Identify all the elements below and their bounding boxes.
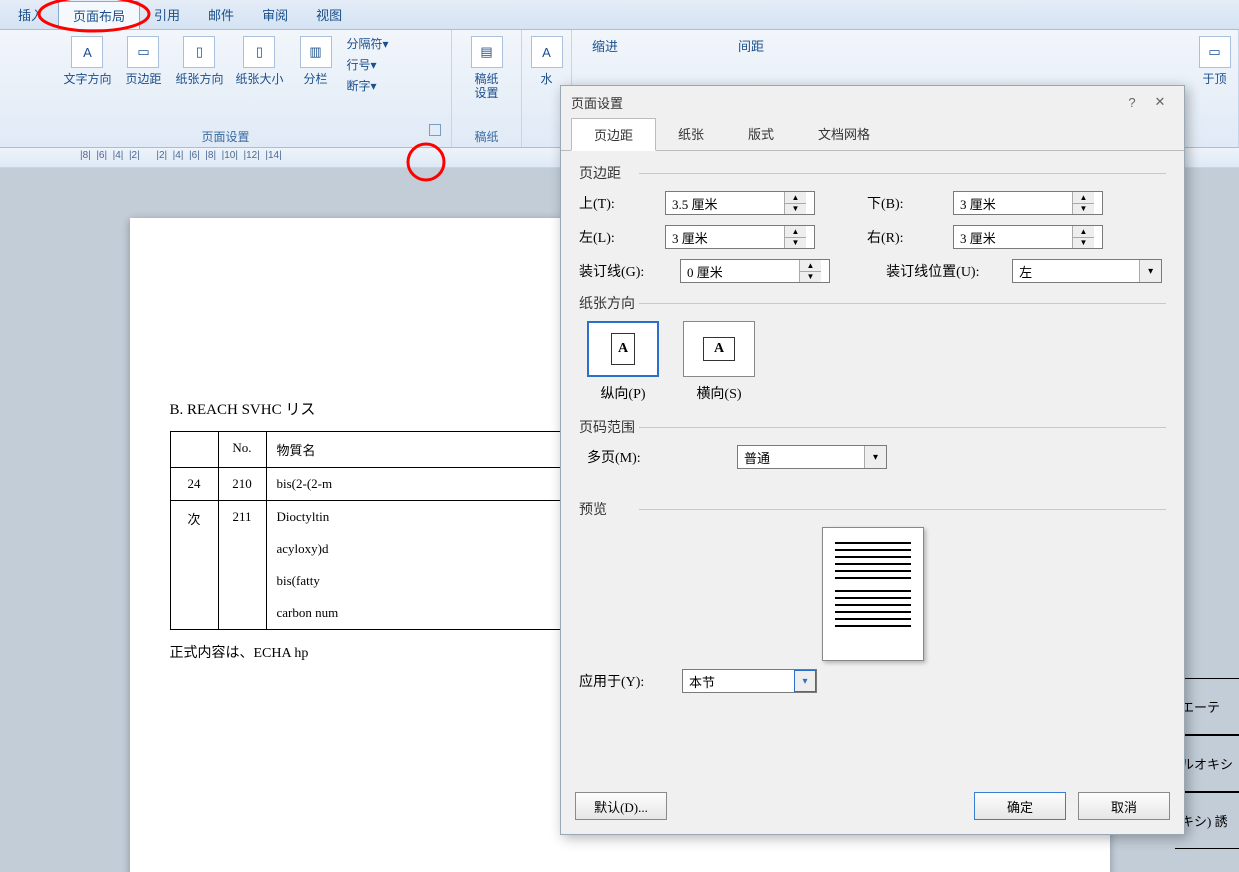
spin-up-icon[interactable]: ▲ [1073, 226, 1094, 238]
section-margins-label: 页边距 [579, 163, 1166, 183]
page-setup-dialog-launcher[interactable] [429, 124, 441, 136]
select-applyto[interactable]: 本节▾ [682, 669, 817, 693]
lbl-gutter: 装订线(G): [579, 261, 674, 281]
input-right[interactable]: ▲▼ [953, 225, 1103, 249]
orient-portrait[interactable]: A 纵向(P) [587, 321, 659, 403]
landscape-icon: A [703, 337, 735, 361]
orient-landscape[interactable]: A 横向(S) [683, 321, 755, 403]
default-button[interactable]: 默认(D)... [575, 792, 667, 820]
orientation-icon: ▯ [183, 36, 215, 68]
spin-down-icon[interactable]: ▼ [800, 272, 821, 283]
th-no: No. [218, 432, 266, 468]
margins-icon: ▭ [127, 36, 159, 68]
input-bottom[interactable]: ▲▼ [953, 191, 1103, 215]
tab-margins[interactable]: 页边距 [571, 118, 656, 151]
lbl-gutter-pos: 装订线位置(U): [886, 261, 1006, 281]
input-left[interactable]: ▲▼ [665, 225, 815, 249]
help-icon[interactable]: ? [1118, 91, 1146, 113]
preview-thumbnail [822, 527, 924, 661]
input-gutter[interactable]: ▲▼ [680, 259, 830, 283]
section-orient-label: 纸张方向 [579, 293, 1166, 313]
lbl-applyto: 应用于(Y): [579, 671, 674, 691]
menu-mailings[interactable]: 邮件 [194, 1, 248, 28]
menu-review[interactable]: 审阅 [248, 1, 302, 28]
btn-text-direction[interactable]: A文字方向 [59, 34, 115, 88]
input-top[interactable]: ▲▼ [665, 191, 815, 215]
spin-down-icon[interactable]: ▼ [1073, 204, 1094, 215]
dialog-footer: 默认(D)... 确定 取消 [561, 784, 1184, 834]
btn-watermark[interactable]: A水 [523, 34, 571, 88]
spin-down-icon[interactable]: ▼ [1073, 238, 1094, 249]
select-gutter-pos[interactable]: 左▾ [1012, 259, 1162, 283]
ok-button[interactable]: 确定 [974, 792, 1066, 820]
text-direction-icon: A [71, 36, 103, 68]
label-spacing: 间距 [738, 36, 764, 55]
size-icon: ▯ [243, 36, 275, 68]
lbl-left: 左(L): [579, 227, 659, 247]
spin-down-icon[interactable]: ▼ [785, 238, 806, 249]
dialog-body: 页边距 上(T): ▲▼ 下(B): ▲▼ 左(L): ▲▼ 右(R): ▲▼ … [561, 151, 1184, 784]
menu-page-layout[interactable]: 页面布局 [58, 1, 140, 29]
top-icon: ▭ [1199, 36, 1231, 68]
group-label-paper: 稿纸 [474, 126, 498, 145]
btn-size[interactable]: ▯纸张大小 [231, 34, 287, 88]
tab-layout[interactable]: 版式 [726, 118, 796, 150]
btn-breaks[interactable]: 分隔符 ▾ [344, 34, 392, 53]
lbl-top: 上(T): [579, 193, 659, 213]
close-icon[interactable]: ✕ [1146, 91, 1174, 113]
chevron-down-icon[interactable]: ▾ [1139, 260, 1161, 282]
page-setup-dialog: 页面设置 ? ✕ 页边距 纸张 版式 文档网格 页边距 上(T): ▲▼ 下(B… [560, 85, 1185, 835]
spin-up-icon[interactable]: ▲ [800, 260, 821, 272]
menu-references[interactable]: 引用 [140, 1, 194, 28]
btn-line-numbers[interactable]: 行号 ▾ [344, 55, 392, 74]
spin-up-icon[interactable]: ▲ [1073, 192, 1094, 204]
tab-docgrid[interactable]: 文档网格 [796, 118, 892, 150]
label-indent: 缩进 [592, 36, 618, 55]
spin-up-icon[interactable]: ▲ [785, 226, 806, 238]
lbl-bottom: 下(B): [867, 193, 947, 213]
section-preview-label: 预览 [579, 499, 1166, 519]
dialog-titlebar[interactable]: 页面设置 ? ✕ [561, 86, 1184, 118]
menu-view[interactable]: 视图 [302, 1, 356, 28]
th-blank [170, 432, 218, 468]
lbl-right: 右(R): [867, 227, 947, 247]
lbl-multipage: 多页(M): [587, 447, 677, 467]
chevron-down-icon[interactable]: ▾ [794, 670, 816, 692]
btn-orientation[interactable]: ▯纸张方向 [171, 34, 227, 88]
menu-insert[interactable]: 插入 [4, 1, 58, 28]
btn-hyphenation[interactable]: 断字 ▾ [344, 76, 392, 95]
btn-margins[interactable]: ▭页边距 [119, 34, 167, 88]
group-label-page-setup: 页面设置 [201, 126, 249, 145]
cancel-button[interactable]: 取消 [1078, 792, 1170, 820]
btn-top[interactable]: ▭于顶 [1191, 34, 1239, 88]
spin-up-icon[interactable]: ▲ [785, 192, 806, 204]
btn-paper-setting[interactable]: ▤稿纸 设置 [463, 34, 511, 102]
portrait-icon: A [611, 333, 635, 365]
select-multipage[interactable]: 普通▾ [737, 445, 887, 469]
tab-paper[interactable]: 纸张 [656, 118, 726, 150]
btn-columns[interactable]: ▥分栏 [292, 34, 340, 88]
menu-bar: 插入 页面布局 引用 邮件 审阅 视图 [0, 0, 1239, 30]
dialog-tabs: 页边距 纸张 版式 文档网格 [561, 118, 1184, 151]
columns-icon: ▥ [300, 36, 332, 68]
spin-down-icon[interactable]: ▼ [785, 204, 806, 215]
watermark-icon: A [531, 36, 563, 68]
paper-icon: ▤ [471, 36, 503, 68]
chevron-down-icon[interactable]: ▾ [864, 446, 886, 468]
dialog-title: 页面设置 [571, 93, 623, 112]
section-pages-label: 页码范围 [579, 417, 1166, 437]
